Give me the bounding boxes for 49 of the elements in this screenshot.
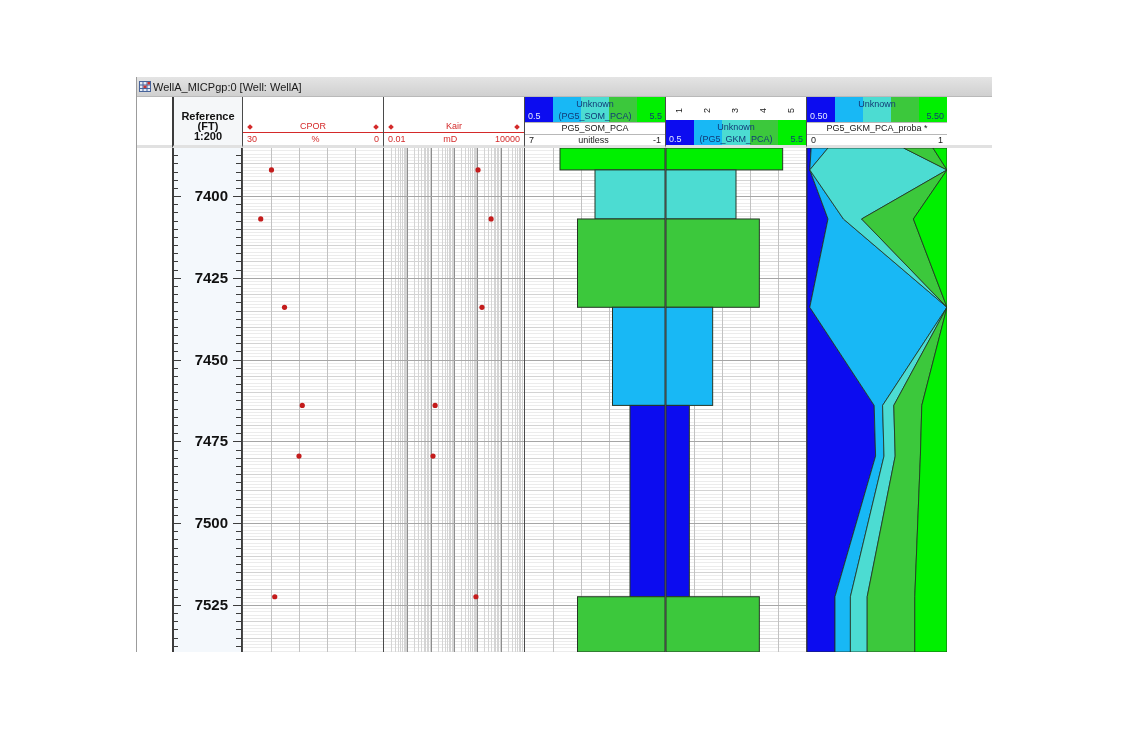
scale-tick-label: 1 [675, 108, 685, 113]
grid-icon [139, 81, 151, 92]
depth-scale-ratio: 1:200 [193, 131, 223, 141]
scale-left-value: 30 [247, 134, 257, 144]
scale-unit: % [311, 134, 320, 144]
data-point [299, 402, 305, 408]
scale-right-value: -1 [652, 134, 661, 145]
scale-tick-label: 5 [787, 108, 797, 113]
scale-left-value: 7 [529, 134, 534, 145]
color-scale-min-value: 0.50 [810, 111, 828, 121]
scale-left-value: 0 [811, 134, 816, 145]
color-scale-max-value: 5.5 [649, 111, 662, 121]
scale-right-value: 0 [373, 134, 379, 144]
curve-name: CPOR [300, 121, 326, 132]
depth-label: 7425 [194, 268, 228, 286]
data-point [430, 453, 436, 459]
data-point [296, 453, 302, 459]
depth-label: 7400 [194, 187, 228, 205]
data-point [488, 216, 494, 222]
scale-left-value: 0.01 [388, 134, 406, 144]
depth-label: 7475 [194, 432, 228, 450]
data-point [432, 402, 438, 408]
track-property-name: PG5_SOM_PCA [561, 123, 629, 134]
track-property-name: PG5_GKM_PCA_proba * [826, 123, 928, 134]
color-scale-max-value: 5.50 [926, 111, 944, 121]
depth-unit: (FT) [197, 121, 219, 131]
window-title: WellA_MICPgp:0 [Well: WellA] [153, 80, 302, 93]
data-point [268, 167, 275, 173]
scale-tick-label: 3 [731, 108, 741, 113]
data-point [475, 167, 481, 173]
data-point [258, 216, 264, 222]
scale-unit: unitless [578, 134, 609, 145]
color-scale-min-value: 0.5 [669, 134, 682, 144]
data-point [281, 304, 288, 310]
scale-unit: mD [443, 134, 458, 144]
scale-right-value: 10000 [494, 134, 520, 144]
color-scale-max-value: 5.5 [790, 134, 803, 144]
depth-track-title: Reference [181, 111, 235, 121]
curve-name: Kair [446, 121, 462, 132]
data-point [479, 304, 485, 310]
data-point [473, 594, 479, 600]
color-scale-min-value: 0.5 [528, 111, 541, 121]
data-point [272, 594, 278, 600]
scale-tick-label: 2 [703, 108, 713, 113]
depth-label: 7450 [194, 350, 228, 368]
depth-label: 7500 [194, 514, 228, 532]
scale-tick-label: 4 [759, 108, 769, 113]
scale-right-value: 1 [938, 134, 943, 145]
depth-label: 7525 [194, 595, 228, 613]
